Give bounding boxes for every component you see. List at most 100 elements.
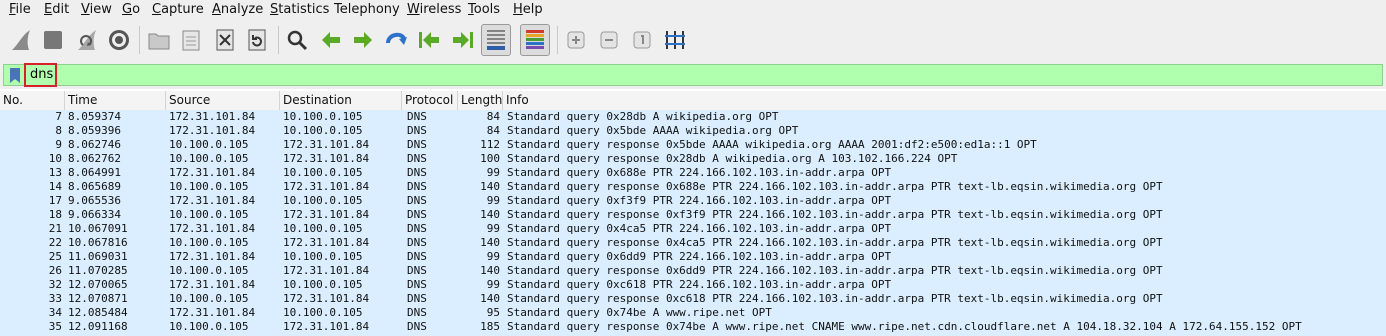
packet-info: Standard query 0x688e PTR 224.166.102.10…	[507, 166, 892, 179]
packet-time: 11.069031	[68, 250, 128, 263]
packet-row[interactable]: 33 12.070871 10.100.0.105 172.31.101.84 DNS 1…	[0, 292, 1386, 306]
packet-row[interactable]: 14 8.065689 10.100.0.105 172.31.101.84 DNS 14…	[0, 180, 1386, 194]
packet-row[interactable]: 21 10.067091 172.31.101.84 10.100.0.105 DNS 9…	[0, 222, 1386, 236]
first-packet-icon	[419, 32, 439, 48]
packet-length: 140	[480, 180, 500, 193]
go-back-button[interactable]	[316, 24, 346, 56]
restart-capture-button[interactable]	[72, 24, 102, 56]
colorize-toggle[interactable]	[520, 24, 550, 56]
column-header-info[interactable]: Info	[503, 91, 1386, 110]
packet-length: 84	[486, 110, 500, 123]
packet-protocol: DNS	[407, 250, 427, 263]
packet-list-header: No. Time Source Destination Protocol Len…	[0, 91, 1386, 111]
display-filter-value[interactable]: dns	[24, 63, 57, 87]
filter-bookmark-icon[interactable]	[9, 68, 21, 83]
packet-protocol: DNS	[407, 236, 427, 249]
packet-info: Standard query 0x4ca5 PTR 224.166.102.10…	[507, 222, 892, 235]
packet-destination: 10.100.0.105	[283, 222, 363, 235]
file-set-button[interactable]	[176, 24, 206, 56]
last-packet-button[interactable]	[448, 24, 478, 56]
packet-protocol: DNS	[407, 166, 427, 179]
packet-row[interactable]: 13 8.064991 172.31.101.84 10.100.0.105 DNS 99…	[0, 166, 1386, 180]
menu-capture[interactable]: Capture	[152, 1, 204, 19]
zoom-out-button[interactable]	[594, 24, 624, 56]
menu-analyze[interactable]: Analyze	[212, 1, 263, 19]
menu-tools[interactable]: Tools	[468, 1, 500, 19]
packet-info: Standard query 0x28db A wikipedia.org OP…	[507, 110, 779, 123]
packet-source: 10.100.0.105	[169, 292, 249, 305]
packet-number: 18	[48, 208, 62, 221]
packet-time: 8.059374	[68, 110, 121, 123]
menu-edit[interactable]: Edit	[44, 1, 69, 19]
packet-number: 9	[55, 138, 62, 151]
packet-source: 172.31.101.84	[169, 194, 256, 207]
packet-protocol: DNS	[407, 194, 427, 207]
capture-options-button[interactable]	[104, 24, 134, 56]
packet-row[interactable]: 7 8.059374 172.31.101.84 10.100.0.105 DNS 84 S…	[0, 110, 1386, 124]
column-header-time[interactable]: Time	[65, 91, 166, 110]
packet-row[interactable]: 32 12.070065 172.31.101.84 10.100.0.105 DNS 9…	[0, 278, 1386, 292]
packet-time: 8.062746	[68, 138, 121, 151]
find-packet-button[interactable]	[282, 24, 312, 56]
menu-statistics[interactable]: Statistics	[270, 1, 329, 19]
packet-source: 10.100.0.105	[169, 208, 249, 221]
column-header-no[interactable]: No.	[0, 91, 65, 110]
packet-row[interactable]: 22 10.067816 10.100.0.105 172.31.101.84 DNS 1…	[0, 236, 1386, 250]
packet-number: 14	[48, 180, 62, 193]
packet-row[interactable]: 9 8.062746 10.100.0.105 172.31.101.84 DNS 112…	[0, 138, 1386, 152]
packet-row[interactable]: 18 9.066334 10.100.0.105 172.31.101.84 DNS 14…	[0, 208, 1386, 222]
packet-destination: 172.31.101.84	[283, 292, 370, 305]
packet-source: 172.31.101.84	[169, 124, 256, 137]
packet-number: 34	[48, 306, 62, 319]
packet-number: 22	[48, 236, 62, 249]
packet-time: 12.085484	[68, 306, 128, 319]
column-header-length[interactable]: Length	[458, 91, 503, 110]
main-toolbar	[0, 20, 1386, 61]
normal-size-icon	[633, 31, 651, 49]
first-packet-button[interactable]	[414, 24, 444, 56]
packet-row[interactable]: 34 12.085484 172.31.101.84 10.100.0.105 DNS 9…	[0, 306, 1386, 320]
menu-go[interactable]: Go	[122, 1, 140, 19]
packet-row[interactable]: 26 11.070285 10.100.0.105 172.31.101.84 DNS 1…	[0, 264, 1386, 278]
column-header-source[interactable]: Source	[166, 91, 280, 110]
packet-destination: 172.31.101.84	[283, 180, 370, 193]
menu-help[interactable]: Help	[513, 1, 543, 19]
packet-info: Standard query 0x5bde AAAA wikipedia.org…	[507, 124, 799, 137]
go-to-packet-button[interactable]	[382, 24, 412, 56]
zoom-in-button[interactable]	[561, 24, 591, 56]
reload-file-button[interactable]	[242, 24, 272, 56]
go-forward-button[interactable]	[348, 24, 378, 56]
menu-view[interactable]: View	[81, 1, 112, 19]
open-file-button[interactable]	[144, 24, 174, 56]
packet-number: 7	[55, 110, 62, 123]
autoscroll-toggle[interactable]	[481, 24, 511, 56]
packet-number: 13	[48, 166, 62, 179]
resize-columns-button[interactable]	[660, 24, 690, 56]
display-filter-input[interactable]: dns	[3, 63, 1383, 87]
stop-capture-button[interactable]	[38, 24, 68, 56]
column-header-protocol[interactable]: Protocol	[402, 91, 458, 110]
packet-row[interactable]: 35 12.091168 10.100.0.105 172.31.101.84 DNS 1…	[0, 320, 1386, 334]
packet-destination: 172.31.101.84	[283, 138, 370, 151]
close-file-button[interactable]	[210, 24, 240, 56]
menu-file[interactable]: File	[9, 1, 31, 19]
packet-source: 172.31.101.84	[169, 166, 256, 179]
menu-wireless[interactable]: Wireless	[407, 1, 461, 19]
column-header-destination[interactable]: Destination	[280, 91, 402, 110]
start-capture-button[interactable]	[6, 24, 36, 56]
packet-info: Standard query response 0x5bde AAAA wiki…	[507, 138, 1037, 151]
packet-number: 35	[48, 320, 62, 333]
menu-bar: File Edit View Go Capture Analyze Statis…	[0, 0, 1386, 20]
packet-row[interactable]: 10 8.062762 10.100.0.105 172.31.101.84 DNS 10…	[0, 152, 1386, 166]
packet-row[interactable]: 8 8.059396 172.31.101.84 10.100.0.105 DNS 84 S…	[0, 124, 1386, 138]
menu-telephony[interactable]: Telephony	[334, 1, 400, 19]
packet-row[interactable]: 17 9.065536 172.31.101.84 10.100.0.105 DNS 99…	[0, 194, 1386, 208]
packet-time: 12.070065	[68, 278, 128, 291]
packet-length: 140	[480, 264, 500, 277]
normal-size-button[interactable]	[627, 24, 657, 56]
packet-source: 10.100.0.105	[169, 236, 249, 249]
packet-info: Standard query response 0x4ca5 PTR 224.1…	[507, 236, 1163, 249]
packet-length: 185	[480, 320, 500, 333]
zoom-in-icon	[567, 31, 585, 49]
packet-row[interactable]: 25 11.069031 172.31.101.84 10.100.0.105 DNS 9…	[0, 250, 1386, 264]
